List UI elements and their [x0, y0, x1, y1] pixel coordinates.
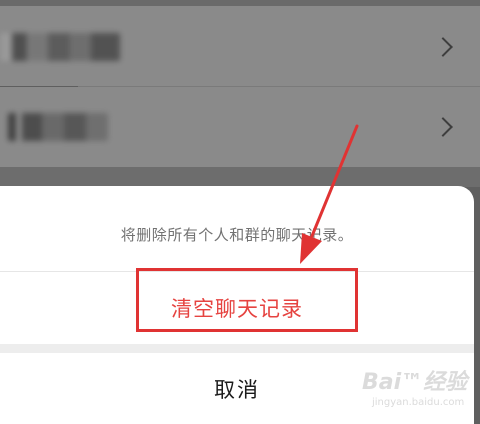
red-arrow-icon — [300, 124, 359, 264]
watermark-brand: Bai™经验 — [362, 370, 468, 395]
watermark-url: jingyan.baidu.com — [372, 397, 465, 408]
watermark: Bai™经验 jingyan.baidu.com — [362, 372, 467, 408]
